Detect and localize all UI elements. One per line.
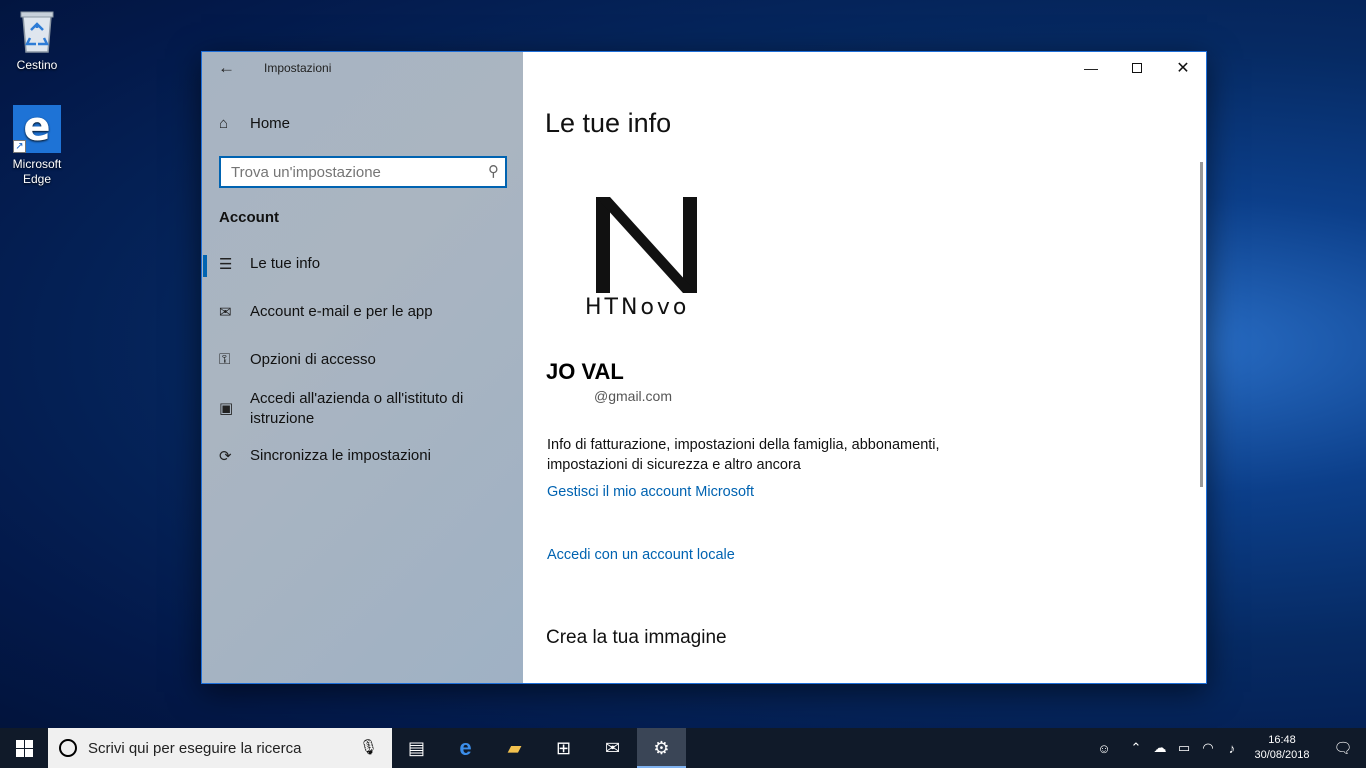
- task-view-button[interactable]: ▤: [392, 728, 441, 768]
- account-info-text: Info di fatturazione, impostazioni della…: [547, 437, 940, 473]
- scrollbar[interactable]: [1200, 162, 1203, 487]
- clock[interactable]: 16:48 30/08/2018: [1244, 733, 1320, 763]
- sidebar-item-label: Sincronizza le impostazioni: [250, 447, 431, 464]
- local-account-link[interactable]: Accedi con un account locale: [547, 547, 735, 563]
- maximize-icon: [1132, 63, 1142, 73]
- sidebar-item-sign-in-options[interactable]: ⚿ Opzioni di accesso: [202, 351, 523, 368]
- people-icon[interactable]: ☺: [1092, 741, 1116, 756]
- desktop-icon-label: Cestino: [16, 58, 58, 72]
- settings-window: ← Impostazioni ⌂ Home ⚲ Account ☰ Le tue…: [201, 51, 1207, 684]
- start-button[interactable]: [0, 728, 48, 768]
- sync-icon: ⟳: [219, 448, 232, 465]
- manage-account-link[interactable]: Gestisci il mio account Microsoft: [547, 484, 754, 500]
- taskbar-file-explorer[interactable]: ▰: [490, 728, 539, 768]
- clock-date: 30/08/2018: [1254, 749, 1310, 761]
- home-icon: ⌂: [219, 115, 229, 132]
- mail-icon: ✉: [219, 304, 232, 321]
- windows-logo-icon: [15, 739, 33, 757]
- user-name: JO VAL: [546, 359, 624, 384]
- desktop-icon-label: Microsoft Edge: [12, 157, 62, 186]
- taskbar-mail[interactable]: ✉: [588, 728, 637, 768]
- search-input[interactable]: [221, 158, 471, 186]
- volume-icon[interactable]: ♪: [1220, 741, 1244, 756]
- maximize-button[interactable]: [1114, 52, 1160, 84]
- section-heading-account: Account: [219, 209, 279, 226]
- edge-icon: e ↗: [13, 105, 61, 153]
- notification-center-icon[interactable]: 🗨︎: [1320, 739, 1366, 757]
- close-button[interactable]: ✕: [1160, 52, 1206, 84]
- search-icon[interactable]: ⚲: [488, 162, 499, 180]
- content-pane: — ✕ Le tue info HTNovo JO VAL @gmail.com…: [523, 52, 1206, 683]
- clock-time: 16:48: [1268, 734, 1296, 746]
- active-indicator: [203, 255, 207, 277]
- sidebar-item-home[interactable]: ⌂ Home: [202, 115, 523, 132]
- chevron-up-icon[interactable]: ⌃: [1124, 740, 1148, 756]
- desktop-icon-recycle-bin[interactable]: Cestino: [0, 8, 74, 73]
- page-title: Le tue info: [545, 108, 672, 138]
- briefcase-icon: ▣: [219, 400, 234, 417]
- sidebar-item-label: Opzioni di accesso: [250, 351, 376, 368]
- close-icon: ✕: [1176, 60, 1190, 77]
- minimize-button[interactable]: —: [1068, 52, 1114, 84]
- back-arrow-icon[interactable]: ←: [218, 58, 235, 78]
- sidebar-item-email-accounts[interactable]: ✉ Account e-mail e per le app: [202, 303, 523, 321]
- create-picture-heading: Crea la tua immagine: [546, 627, 727, 648]
- taskbar-search-placeholder: Scrivi qui per eseguire la ricerca: [88, 739, 302, 757]
- app-title: Impostazioni: [264, 61, 332, 75]
- onedrive-icon[interactable]: ☁: [1148, 740, 1172, 756]
- sidebar-item-label: Le tue info: [250, 255, 321, 272]
- minimize-icon: —: [1084, 60, 1098, 76]
- user-email: @gmail.com: [594, 388, 673, 404]
- taskbar: Scrivi qui per eseguire la ricerca 🎙︎ ▤ …: [0, 728, 1366, 768]
- taskbar-search[interactable]: Scrivi qui per eseguire la ricerca 🎙︎: [48, 728, 392, 768]
- sidebar-item-label: Accedi all'azienda o all'istituto di ist…: [250, 390, 464, 427]
- store-icon: ⊞: [555, 737, 572, 758]
- edge-icon: e: [459, 735, 472, 760]
- sidebar-item-label: Home: [250, 115, 291, 132]
- desktop-icon-edge[interactable]: e ↗ Microsoft Edge: [0, 105, 74, 187]
- task-view-icon: ▤: [407, 737, 425, 758]
- sidebar-item-sync-settings[interactable]: ⟳ Sincronizza le impostazioni: [202, 447, 523, 465]
- mail-icon: ✉: [604, 737, 621, 758]
- recycle-bin-icon: [20, 11, 54, 53]
- microphone-icon[interactable]: 🎙︎: [359, 738, 378, 756]
- cortana-icon: [59, 739, 77, 757]
- person-icon: ☰: [219, 256, 233, 273]
- battery-icon[interactable]: ▭: [1172, 740, 1196, 756]
- taskbar-settings[interactable]: ⚙: [637, 728, 686, 768]
- account-picture: HTNovo: [585, 197, 705, 322]
- search-box[interactable]: ⚲: [219, 156, 507, 188]
- folder-icon: ▰: [507, 737, 522, 758]
- wifi-icon[interactable]: ◠: [1196, 740, 1220, 756]
- sidebar: ← Impostazioni ⌂ Home ⚲ Account ☰ Le tue…: [202, 52, 523, 683]
- key-icon: ⚿: [219, 351, 231, 368]
- sidebar-item-your-info[interactable]: ☰ Le tue info: [202, 255, 523, 277]
- shortcut-arrow-icon: ↗: [13, 140, 26, 153]
- logo-text: HTNovo: [585, 295, 690, 320]
- gear-icon: ⚙: [653, 737, 670, 758]
- sidebar-item-label: Account e-mail e per le app: [250, 303, 433, 320]
- system-tray: ☺ ⌃ ☁ ▭ ◠ ♪ 16:48 30/08/2018 🗨︎: [1092, 728, 1366, 768]
- taskbar-store[interactable]: ⊞: [539, 728, 588, 768]
- sidebar-item-work-school[interactable]: ▣ Accedi all'azienda o all'istituto di i…: [202, 389, 523, 429]
- taskbar-edge[interactable]: e: [441, 728, 490, 768]
